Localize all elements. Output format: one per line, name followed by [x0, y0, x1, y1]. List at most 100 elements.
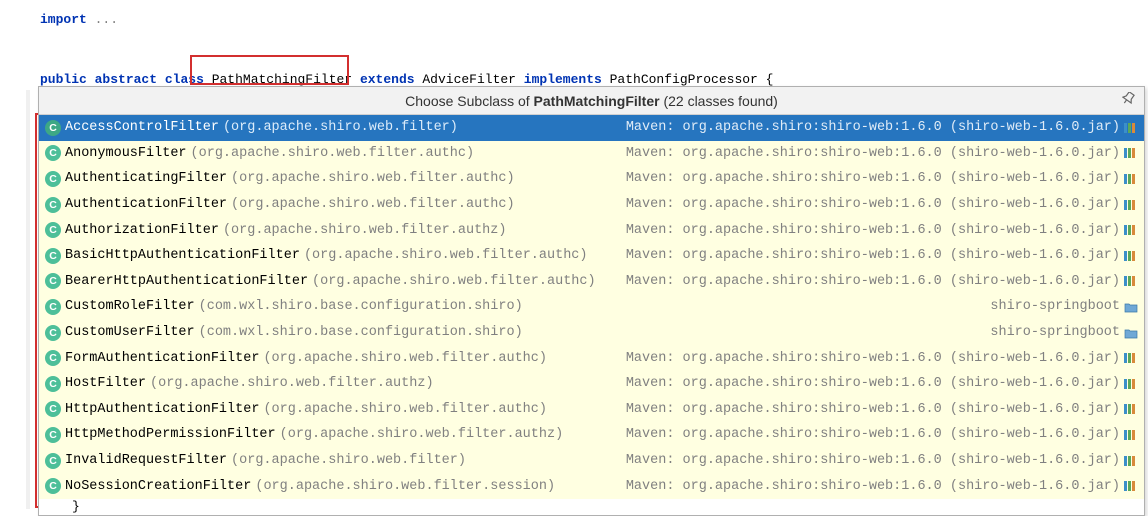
class-icon: C	[45, 120, 61, 136]
subclass-row[interactable]: C HttpMethodPermissionFilter (org.apache.…	[39, 422, 1144, 448]
package-name: (org.apache.shiro.web.filter.authc)	[231, 197, 515, 212]
package-name: (com.wxl.shiro.base.configuration.shiro)	[199, 299, 523, 314]
class-icon: C	[45, 453, 61, 469]
class-name: AccessControlFilter	[65, 120, 219, 135]
library-icon	[1124, 403, 1138, 415]
class-icon: C	[45, 273, 61, 289]
class-name: CustomRoleFilter	[65, 299, 195, 314]
library-icon	[1124, 199, 1138, 211]
subclass-row[interactable]: C CustomUserFilter (com.wxl.shiro.base.co…	[39, 320, 1144, 346]
location-label: Maven: org.apache.shiro:shiro-web:1.6.0 …	[626, 248, 1138, 263]
import-line: import ...	[40, 10, 1148, 30]
package-name: (org.apache.shiro.web.filter.authz)	[150, 376, 434, 391]
class-name: AuthorizationFilter	[65, 223, 219, 238]
location-label: Maven: org.apache.shiro:shiro-web:1.6.0 …	[626, 171, 1138, 186]
library-icon	[1124, 122, 1138, 134]
class-name: InvalidRequestFilter	[65, 453, 227, 468]
class-name: HttpAuthenticationFilter	[65, 402, 259, 417]
subclass-row[interactable]: C HostFilter (org.apache.shiro.web.filter…	[39, 371, 1144, 397]
subclass-row[interactable]: C AuthorizationFilter (org.apache.shiro.w…	[39, 217, 1144, 243]
package-name: (org.apache.shiro.web.filter.authz)	[280, 427, 564, 442]
class-icon: C	[45, 197, 61, 213]
library-icon	[1124, 480, 1138, 492]
class-icon: C	[45, 376, 61, 392]
code-editor[interactable]: import ... public abstract class PathMat…	[0, 0, 1148, 90]
package-name: (org.apache.shiro.web.filter.authc)	[263, 351, 547, 366]
library-icon	[1124, 173, 1138, 185]
location-label: Maven: org.apache.shiro:shiro-web:1.6.0 …	[626, 146, 1138, 161]
location-label: shiro-springboot	[990, 299, 1138, 314]
package-name: (org.apache.shiro.web.filter.session)	[255, 479, 555, 494]
library-icon	[1124, 275, 1138, 287]
location-label: Maven: org.apache.shiro:shiro-web:1.6.0 …	[626, 120, 1138, 135]
location-label: Maven: org.apache.shiro:shiro-web:1.6.0 …	[626, 453, 1138, 468]
location-label: Maven: org.apache.shiro:shiro-web:1.6.0 …	[626, 402, 1138, 417]
class-icon: C	[45, 299, 61, 315]
location-label: Maven: org.apache.shiro:shiro-web:1.6.0 …	[626, 351, 1138, 366]
popup-title: Choose Subclass of PathMatchingFilter (2…	[405, 93, 778, 109]
subclass-row[interactable]: C HttpAuthenticationFilter (org.apache.sh…	[39, 397, 1144, 423]
subclass-row[interactable]: C AuthenticatingFilter (org.apache.shiro.…	[39, 166, 1144, 192]
location-label: Maven: org.apache.shiro:shiro-web:1.6.0 …	[626, 197, 1138, 212]
close-brace: }	[39, 499, 1144, 515]
class-icon: C	[45, 248, 61, 264]
library-icon	[1124, 352, 1138, 364]
package-name: (org.apache.shiro.web.filter.authc)	[304, 248, 588, 263]
class-name: HttpMethodPermissionFilter	[65, 427, 276, 442]
location-label: Maven: org.apache.shiro:shiro-web:1.6.0 …	[626, 427, 1138, 442]
subclass-row[interactable]: C FormAuthenticationFilter (org.apache.sh…	[39, 345, 1144, 371]
class-name: HostFilter	[65, 376, 146, 391]
class-icon: C	[45, 401, 61, 417]
location-label: shiro-springboot	[990, 325, 1138, 340]
package-name: (org.apache.shiro.web.filter)	[231, 453, 466, 468]
subclass-popup: Choose Subclass of PathMatchingFilter (2…	[38, 86, 1145, 516]
library-icon	[1124, 378, 1138, 390]
location-label: Maven: org.apache.shiro:shiro-web:1.6.0 …	[626, 376, 1138, 391]
package-name: (org.apache.shiro.web.filter.authc)	[312, 274, 596, 289]
class-name: AuthenticationFilter	[65, 197, 227, 212]
package-name: (com.wxl.shiro.base.configuration.shiro)	[199, 325, 523, 340]
package-name: (org.apache.shiro.web.filter.authc)	[191, 146, 475, 161]
class-icon: C	[45, 478, 61, 494]
pin-icon[interactable]	[1122, 92, 1136, 109]
class-icon: C	[45, 427, 61, 443]
class-icon: C	[45, 145, 61, 161]
package-name: (org.apache.shiro.web.filter.authc)	[231, 171, 515, 186]
location-label: Maven: org.apache.shiro:shiro-web:1.6.0 …	[626, 479, 1138, 494]
module-icon	[1124, 301, 1138, 313]
module-icon	[1124, 327, 1138, 339]
class-icon: C	[45, 171, 61, 187]
subclass-row[interactable]: C AuthenticationFilter (org.apache.shiro.…	[39, 192, 1144, 218]
location-label: Maven: org.apache.shiro:shiro-web:1.6.0 …	[626, 223, 1138, 238]
class-icon: C	[45, 222, 61, 238]
library-icon	[1124, 429, 1138, 441]
class-icon: C	[45, 325, 61, 341]
class-icon: C	[45, 350, 61, 366]
class-name: NoSessionCreationFilter	[65, 479, 251, 494]
subclass-row[interactable]: C NoSessionCreationFilter (org.apache.shi…	[39, 473, 1144, 499]
subclass-row[interactable]: C BearerHttpAuthenticationFilter (org.apa…	[39, 269, 1144, 295]
subclass-row[interactable]: C BasicHttpAuthenticationFilter (org.apac…	[39, 243, 1144, 269]
subclass-row[interactable]: C AnonymousFilter (org.apache.shiro.web.f…	[39, 141, 1144, 167]
popup-list[interactable]: C AccessControlFilter (org.apache.shiro.w…	[39, 115, 1144, 499]
class-name: BearerHttpAuthenticationFilter	[65, 274, 308, 289]
package-name: (org.apache.shiro.web.filter.authc)	[263, 402, 547, 417]
red-highlight-classname	[190, 55, 349, 85]
class-name: FormAuthenticationFilter	[65, 351, 259, 366]
blank-line	[40, 30, 1148, 50]
library-icon	[1124, 455, 1138, 467]
class-name: AnonymousFilter	[65, 146, 187, 161]
class-name: AuthenticatingFilter	[65, 171, 227, 186]
package-name: (org.apache.shiro.web.filter)	[223, 120, 458, 135]
subclass-row[interactable]: C CustomRoleFilter (com.wxl.shiro.base.co…	[39, 294, 1144, 320]
package-name: (org.apache.shiro.web.filter.authz)	[223, 223, 507, 238]
subclass-row[interactable]: C InvalidRequestFilter (org.apache.shiro.…	[39, 448, 1144, 474]
class-name: BasicHttpAuthenticationFilter	[65, 248, 300, 263]
library-icon	[1124, 250, 1138, 262]
class-name: CustomUserFilter	[65, 325, 195, 340]
location-label: Maven: org.apache.shiro:shiro-web:1.6.0 …	[626, 274, 1138, 289]
library-icon	[1124, 147, 1138, 159]
popup-title-bar: Choose Subclass of PathMatchingFilter (2…	[39, 87, 1144, 115]
subclass-row[interactable]: C AccessControlFilter (org.apache.shiro.w…	[39, 115, 1144, 141]
library-icon	[1124, 224, 1138, 236]
